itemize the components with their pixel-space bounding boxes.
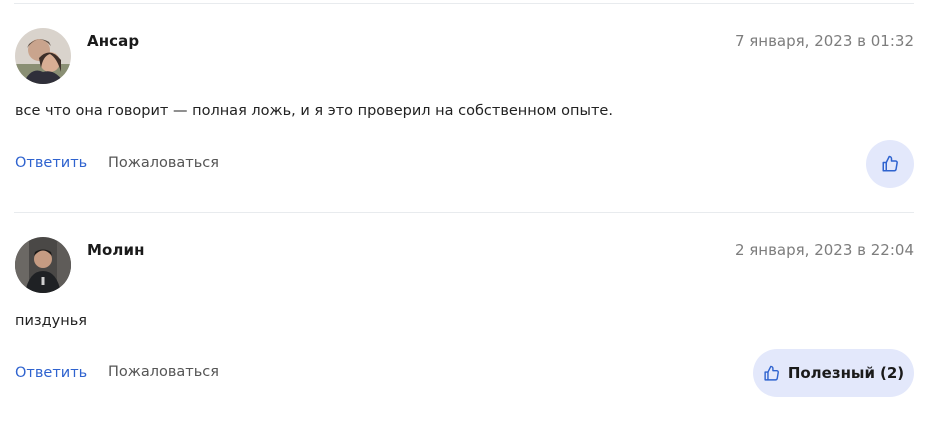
comment-date: 7 января, 2023 в 01:32 xyxy=(734,32,914,50)
helpful-label: Полезный xyxy=(787,364,876,382)
avatar[interactable] xyxy=(15,28,71,84)
reply-button[interactable]: Ответить xyxy=(15,155,87,171)
report-button[interactable]: Пожаловаться xyxy=(108,155,219,171)
avatar-photo xyxy=(15,237,71,293)
comment-item: Ансар 7 января, 2023 в 01:32 все что она… xyxy=(0,0,947,212)
comment-item: Молин 2 января, 2023 в 22:04 пиздунья От… xyxy=(0,212,947,428)
thumbs-up-icon xyxy=(763,365,780,382)
comment-date: 2 января, 2023 в 22:04 xyxy=(734,241,914,259)
avatar[interactable] xyxy=(15,237,71,293)
comment-author[interactable]: Молин xyxy=(87,241,145,259)
thumbs-up-icon xyxy=(881,155,899,173)
helpful-button[interactable]: Полезный (2) xyxy=(753,349,914,397)
like-button[interactable] xyxy=(866,140,914,188)
avatar-photo xyxy=(15,28,71,84)
comment-author[interactable]: Ансар xyxy=(87,32,139,50)
reply-button[interactable]: Ответить xyxy=(15,365,87,381)
comment-text: пиздунья xyxy=(15,313,87,329)
comment-text: все что она говорит — полная ложь, и я э… xyxy=(15,103,613,119)
helpful-count: (2) xyxy=(880,364,905,382)
report-button[interactable]: Пожаловаться xyxy=(108,364,219,380)
